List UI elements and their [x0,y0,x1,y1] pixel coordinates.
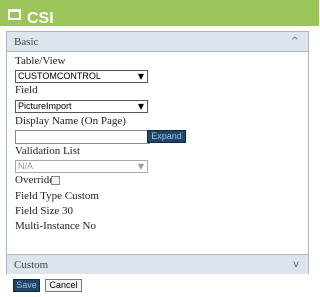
accordion-custom-label: Custom [14,259,49,271]
accordion-basic-header[interactable]: Basic ^ [7,32,308,52]
override-checkbox[interactable] [51,176,60,185]
dropdown-arrow-icon: ▼ [137,72,144,81]
validation-list-value: N/A [18,161,34,171]
table-view-label: Table/View [15,55,66,67]
multi-instance-text: Multi-Instance No [15,220,96,232]
window-icon [8,9,21,20]
dropdown-arrow-icon: ▼ [137,162,144,171]
display-name-label: Display Name (On Page) [15,115,126,127]
field-type-text: Field Type Custom [15,190,99,202]
chevron-up-icon: ^ [290,36,299,47]
field-label: Field [15,84,38,96]
validation-list-label: Validation List [15,145,81,157]
validation-list-select: N/A ▼ [15,160,148,173]
table-view-value: CUSTOMCONTROL [18,71,101,81]
properties-panel: Basic ^ Table/View CUSTOMCONTROL ▼ Field… [6,31,309,274]
window-title: CSI [27,10,54,27]
field-select[interactable]: PictureImport ▼ [15,100,148,113]
table-view-select[interactable]: CUSTOMCONTROL ▼ [15,70,148,83]
field-size-text: Field Size 30 [15,205,74,217]
chevron-down-icon: v [293,259,299,270]
save-button[interactable]: Save [13,279,40,292]
title-bar: CSI [0,0,319,26]
display-name-input[interactable] [15,130,150,144]
expand-button[interactable]: Expand [147,130,186,143]
override-label: Override [15,174,55,186]
field-value: PictureImport [18,101,72,111]
dropdown-arrow-icon: ▼ [137,102,144,111]
accordion-basic-label: Basic [14,36,39,48]
cancel-button[interactable]: Cancel [45,279,82,292]
accordion-custom-header[interactable]: Custom v [7,254,308,274]
